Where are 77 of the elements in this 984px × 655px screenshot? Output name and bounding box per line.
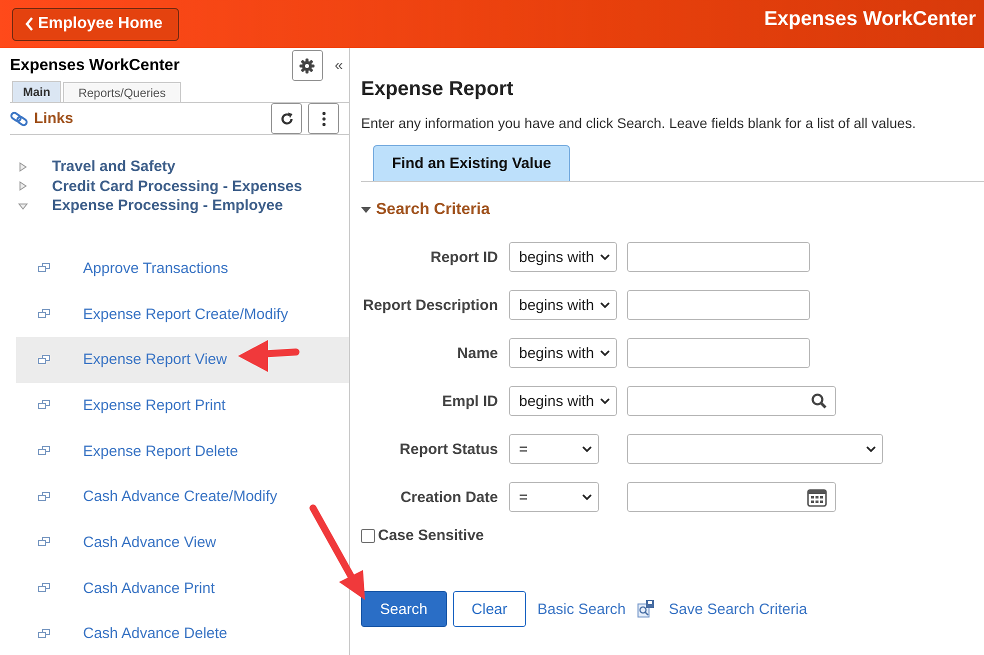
folder-link[interactable]: Expense Processing - Employee <box>52 197 283 214</box>
input-field[interactable] <box>627 386 836 416</box>
calendar-icon[interactable] <box>807 487 827 507</box>
windows-icon <box>38 583 50 594</box>
input-field[interactable] <box>627 242 810 272</box>
collapse-button[interactable]: « <box>334 57 343 74</box>
sidebar-tab[interactable]: Reports/Queries <box>63 82 181 102</box>
link[interactable]: Save Search Criteria <box>668 600 808 618</box>
field-label: Report Description <box>362 296 498 314</box>
field-label: Report ID <box>430 248 498 266</box>
clear-button[interactable]: Clear <box>452 591 526 627</box>
triangle-right-icon[interactable] <box>18 162 28 172</box>
back-button[interactable]: Employee Home <box>12 8 180 40</box>
menu-link[interactable]: Cash Advance View <box>83 534 216 551</box>
menu-link[interactable]: Expense Report View <box>83 351 227 368</box>
chevron-down-icon <box>600 302 610 308</box>
folder-link[interactable]: Travel and Safety <box>52 158 176 176</box>
checkbox[interactable] <box>361 528 375 542</box>
triangle-down-icon[interactable] <box>361 207 371 213</box>
search-button[interactable]: Search <box>361 591 447 627</box>
form-tab[interactable]: Find an Existing Value <box>373 145 570 181</box>
search-icon[interactable] <box>811 393 827 409</box>
menu-link[interactable]: Expense Report Delete <box>83 442 238 460</box>
chevron-left-icon <box>25 16 34 32</box>
form-title: Expense Report <box>361 78 514 101</box>
field-label: Creation Date <box>399 488 498 506</box>
menu-link[interactable]: Expense Report Print <box>83 396 226 414</box>
menu-link[interactable]: Cash Advance Create/Modify <box>83 488 278 506</box>
windows-icon <box>38 446 50 456</box>
field-label: Name <box>456 344 498 362</box>
input-field[interactable] <box>627 482 836 512</box>
windows-icon <box>38 537 50 548</box>
sidebar-title: Expenses WorkCenter <box>10 56 181 74</box>
section-title: Links <box>34 110 74 127</box>
annotation-arrow <box>238 340 300 372</box>
refresh-icon <box>280 112 294 126</box>
windows-icon <box>38 309 50 320</box>
refresh-button[interactable] <box>271 103 302 134</box>
operator-dropdown[interactable]: begins with <box>509 290 617 320</box>
operator-dropdown[interactable]: begins with <box>509 386 617 416</box>
checkbox-label: Case Sensitive <box>378 527 484 544</box>
page-title: Expenses WorkCenter <box>764 8 976 30</box>
operator-dropdown[interactable]: = <box>509 482 599 512</box>
operator-dropdown[interactable]: begins with <box>509 338 617 368</box>
input-field[interactable] <box>627 290 810 320</box>
settings-button[interactable] <box>292 50 323 81</box>
chevron-down-icon <box>600 350 610 356</box>
section-heading[interactable]: Search Criteria <box>376 201 490 219</box>
windows-icon <box>38 263 50 274</box>
chevron-down-icon <box>866 446 876 452</box>
chevron-down-icon <box>582 494 592 500</box>
triangle-right-icon[interactable] <box>18 181 28 192</box>
link[interactable]: Basic Search <box>537 600 626 618</box>
save-search-icon[interactable] <box>636 599 655 619</box>
operator-dropdown[interactable]: = <box>509 434 599 464</box>
menu-link[interactable]: Cash Advance Print <box>83 580 215 597</box>
windows-icon <box>38 492 50 502</box>
chevron-down-icon <box>600 254 610 260</box>
folder-link[interactable]: Credit Card Processing - Expenses <box>52 178 302 195</box>
sidebar-tab[interactable]: Main <box>12 81 62 102</box>
menu-link[interactable]: Expense Report Create/Modify <box>83 306 288 323</box>
field-label: Empl ID <box>441 392 498 410</box>
windows-icon <box>38 628 50 639</box>
chevron-down-icon <box>582 446 592 452</box>
windows-icon <box>38 400 50 410</box>
field-label: Report Status <box>398 440 498 458</box>
menu-link[interactable]: Cash Advance Delete <box>83 625 228 642</box>
more-button[interactable] <box>308 103 339 134</box>
more-icon <box>322 110 326 126</box>
input-field[interactable] <box>627 338 810 368</box>
operator-dropdown[interactable]: begins with <box>509 242 617 272</box>
windows-icon <box>38 354 50 365</box>
instructions-text: Enter any information you have and click Search. Leave fields blank for a list of all values. <box>361 115 917 131</box>
selected-row[interactable]: Expense Report View <box>16 336 349 383</box>
settings-icon <box>299 58 316 74</box>
chevron-down-icon <box>600 398 610 404</box>
menu-link[interactable]: Approve Transactions <box>83 260 228 277</box>
